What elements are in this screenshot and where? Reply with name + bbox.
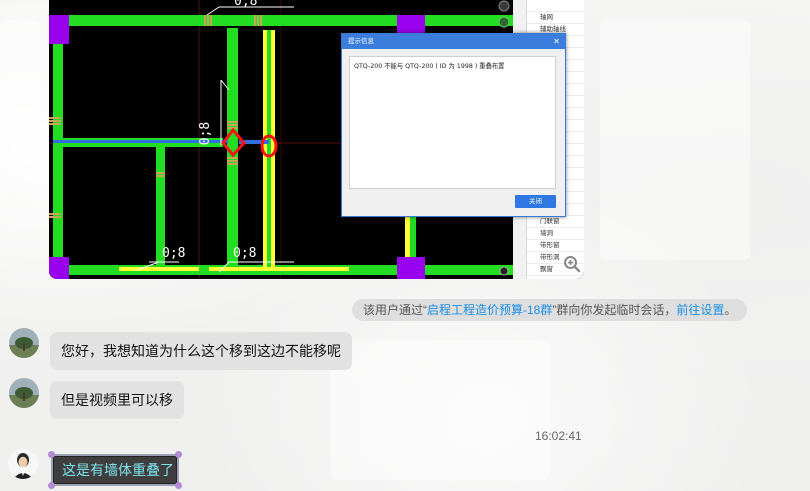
alert-dialog: 提示信息 ✕ QTQ-200 不能与 QTQ-200 ( ID 为 1998 )…: [341, 33, 566, 217]
tree-item: 带形窗: [540, 241, 560, 249]
message-text: 这是有墙体重叠了: [62, 462, 174, 478]
zoom-in-icon[interactable]: [563, 255, 581, 273]
dialog-message-text: QTQ-200 不能与 QTQ-200 ( ID 为 1998 ) 重叠布置: [354, 63, 505, 70]
dialog-title: 提示信息: [348, 37, 374, 45]
avatar[interactable]: [9, 328, 39, 358]
avatar[interactable]: [8, 449, 38, 479]
bubble-decoration: [175, 451, 182, 458]
dimension-label: 0;8: [198, 121, 214, 146]
message-text: 您好，我想知道为什么这个移到这边不能移呢: [61, 343, 341, 359]
message-bubble-self[interactable]: 这是有墙体重叠了: [48, 451, 182, 489]
tree-item: 门联窗: [540, 217, 560, 225]
tree-item: 墙洞: [540, 229, 553, 237]
dimension-label: 0;8: [234, 0, 258, 9]
tree-item: 带形洞: [540, 253, 560, 261]
avatar[interactable]: [9, 378, 39, 408]
tree-item: 飘窗: [540, 265, 553, 273]
dialog-message: QTQ-200 不能与 QTQ-200 ( ID 为 1998 ) 重叠布置: [349, 56, 556, 189]
background-blur-block: [0, 20, 40, 130]
dimension-label: 0;8: [162, 246, 186, 261]
bubble-decoration: [48, 482, 55, 489]
temporary-session-notice: 该用户通过“启程工程造价预算-18群”群向你发起临时会话，前往设置。: [352, 299, 748, 321]
background-blur-block: [600, 20, 750, 260]
message-bubble[interactable]: 您好，我想知道为什么这个移到这边不能移呢: [50, 332, 352, 370]
dimension-label: 0;8: [233, 246, 257, 261]
bubble-decoration: [48, 451, 55, 458]
background-blur-block: [330, 340, 550, 480]
notice-middle: ”群向你发起临时会话，: [552, 303, 677, 317]
shared-screenshot-image[interactable]: 0;8 0;8 0;8 0;8 轴网 辅助轴线 门联窗 墙洞 带形窗 带形洞 飘…: [49, 0, 584, 279]
settings-link[interactable]: 前往设置: [676, 303, 724, 317]
bubble-decoration: [175, 482, 182, 489]
group-link[interactable]: 启程工程造价预算-18群: [427, 303, 552, 317]
message-text: 但是视频里可以移: [61, 392, 173, 408]
tree-item: 轴网: [540, 13, 553, 21]
message-bubble[interactable]: 但是视频里可以移: [50, 381, 184, 419]
notice-prefix: 该用户通过“: [363, 303, 427, 317]
close-icon: ✕: [553, 37, 560, 46]
dialog-titlebar: 提示信息 ✕: [342, 34, 565, 49]
message-timestamp: 16:02:41: [535, 429, 582, 443]
dialog-close-button: 关闭: [515, 195, 556, 208]
notice-suffix: 。: [724, 303, 737, 317]
